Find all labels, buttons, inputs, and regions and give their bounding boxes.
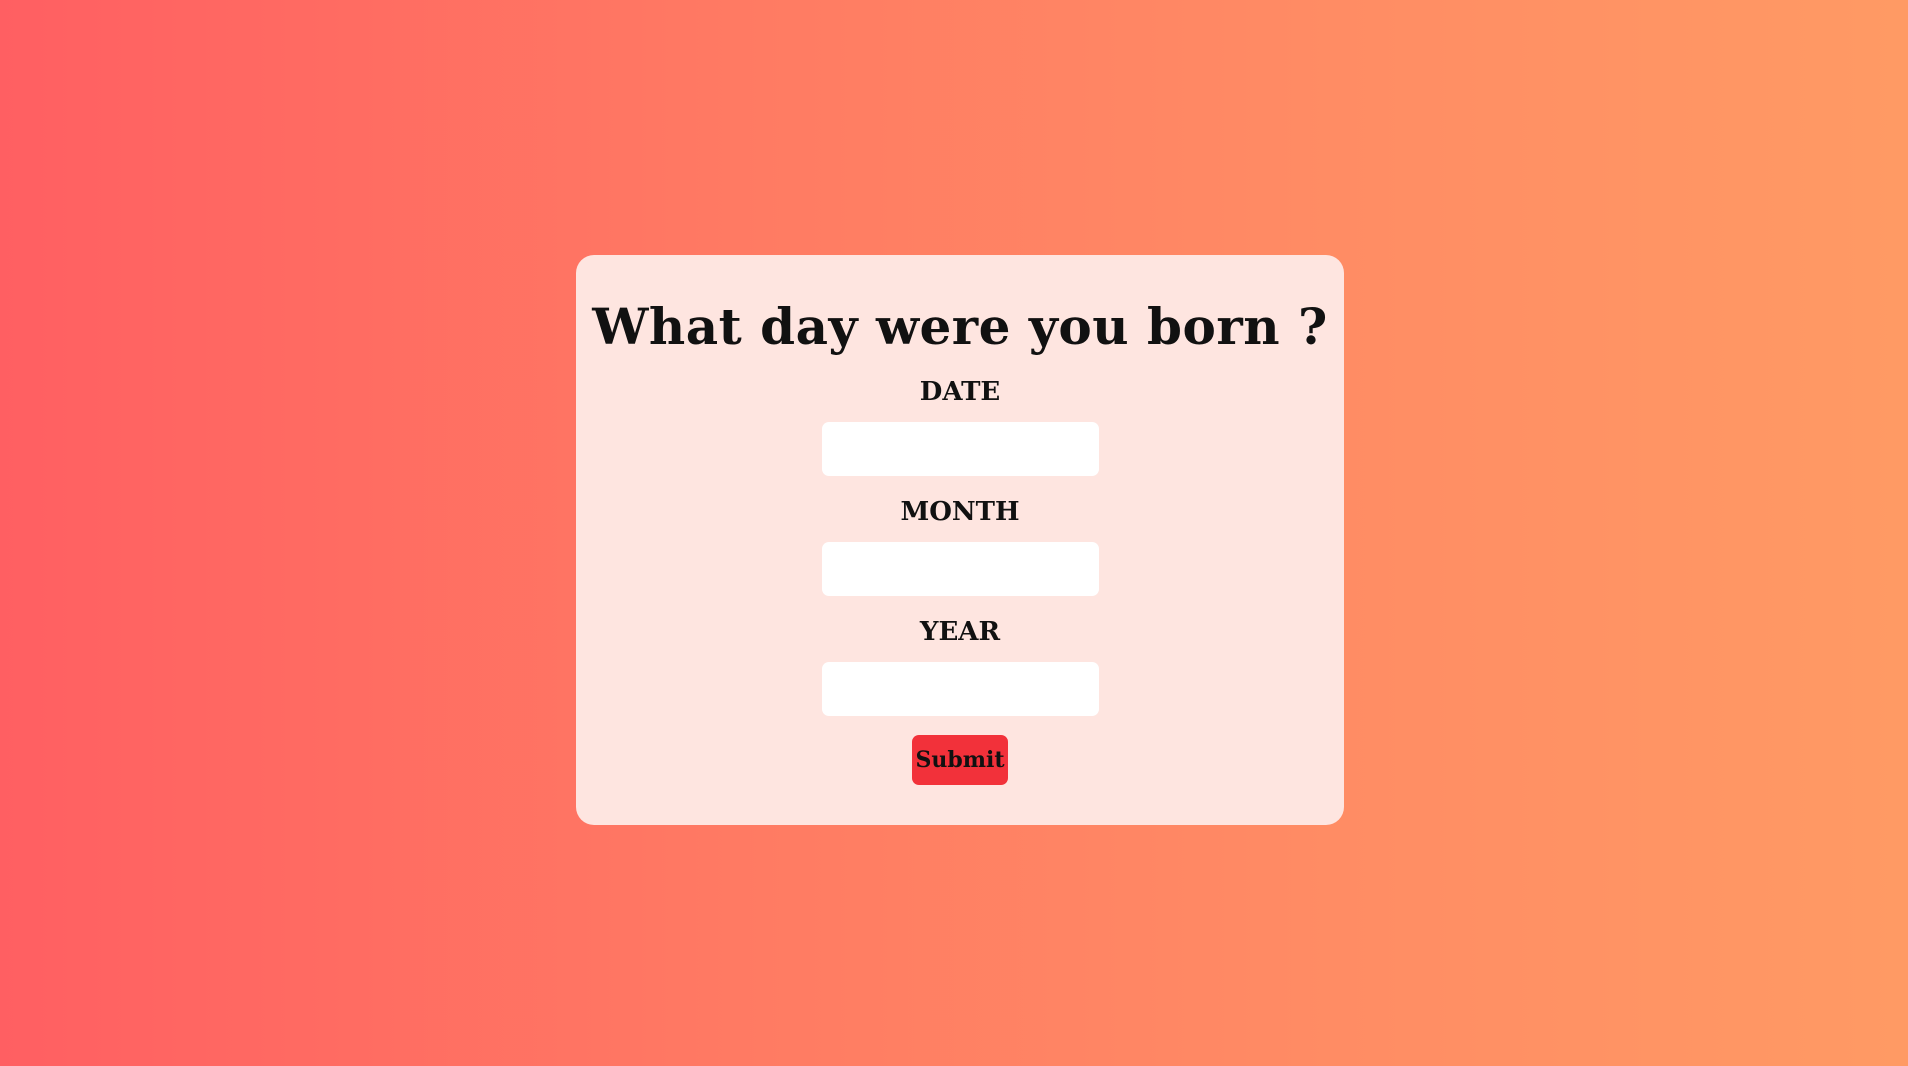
form-title: What day were you born ? [592,297,1328,356]
month-label: MONTH [900,497,1020,527]
month-input[interactable] [822,542,1099,596]
year-label: YEAR [919,617,1001,647]
submit-button[interactable]: Submit [912,735,1008,785]
year-input[interactable] [822,662,1099,716]
birthday-form-card: What day were you born ? DATE MONTH YEAR… [576,255,1344,825]
date-label: DATE [919,377,1001,407]
date-input[interactable] [822,422,1099,476]
